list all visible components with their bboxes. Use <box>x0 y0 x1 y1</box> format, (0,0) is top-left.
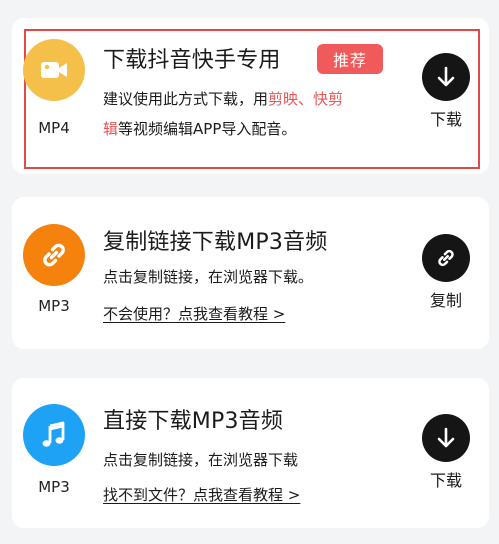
download-arrow-icon <box>437 427 455 448</box>
desc-app-names-cont: 辑 <box>103 120 119 138</box>
desc-text: 等视频编辑APP导入配音。 <box>118 120 297 138</box>
option-description: 点击复制链接，在浏览器下载。 <box>103 268 314 286</box>
option-description-line2: 辑等视频编辑APP导入配音。 <box>103 118 296 139</box>
download-button[interactable] <box>422 414 470 462</box>
link-icon <box>438 249 454 267</box>
option-card-copy-mp3[interactable]: MP3 复制链接下载MP3音频 点击复制链接，在浏览器下载。 不会使用？点我查看… <box>12 197 489 349</box>
option-card-mp4[interactable]: MP4 下载抖音快手专用 推荐 建议使用此方式下载，用剪映、快剪 辑等视频编辑A… <box>12 18 489 174</box>
option-title: 复制链接下载MP3音频 <box>103 230 328 255</box>
option-description: 点击复制链接，在浏览器下载 <box>103 451 299 469</box>
option-description-line1: 建议使用此方式下载，用剪映、快剪 <box>103 88 343 109</box>
video-camera-icon <box>23 39 85 101</box>
format-label: MP4 <box>38 119 70 137</box>
option-title: 下载抖音快手专用 <box>103 48 281 73</box>
download-arrow-icon <box>437 66 455 87</box>
option-card-direct-mp3[interactable]: MP3 直接下载MP3音频 点击复制链接，在浏览器下载 找不到文件？点我查看教程… <box>12 378 489 528</box>
tutorial-link[interactable]: 不会使用？点我查看教程 > <box>103 303 285 324</box>
recommended-tag: 推荐 <box>317 44 383 74</box>
copy-button[interactable] <box>422 234 470 282</box>
format-label: MP3 <box>38 478 70 496</box>
link-icon <box>23 224 85 286</box>
tutorial-link[interactable]: 找不到文件？点我查看教程 > <box>103 484 300 505</box>
download-button-label[interactable]: 下载 <box>416 106 476 130</box>
music-note-icon <box>23 404 85 466</box>
format-label: MP3 <box>38 297 70 315</box>
desc-app-names: 剪映、快剪 <box>268 90 344 108</box>
desc-text: 建议使用此方式下载，用 <box>103 90 269 108</box>
option-title: 直接下载MP3音频 <box>103 409 284 434</box>
copy-button-label[interactable]: 复制 <box>416 287 476 311</box>
download-button[interactable] <box>422 53 470 101</box>
download-button-label[interactable]: 下载 <box>416 467 476 491</box>
